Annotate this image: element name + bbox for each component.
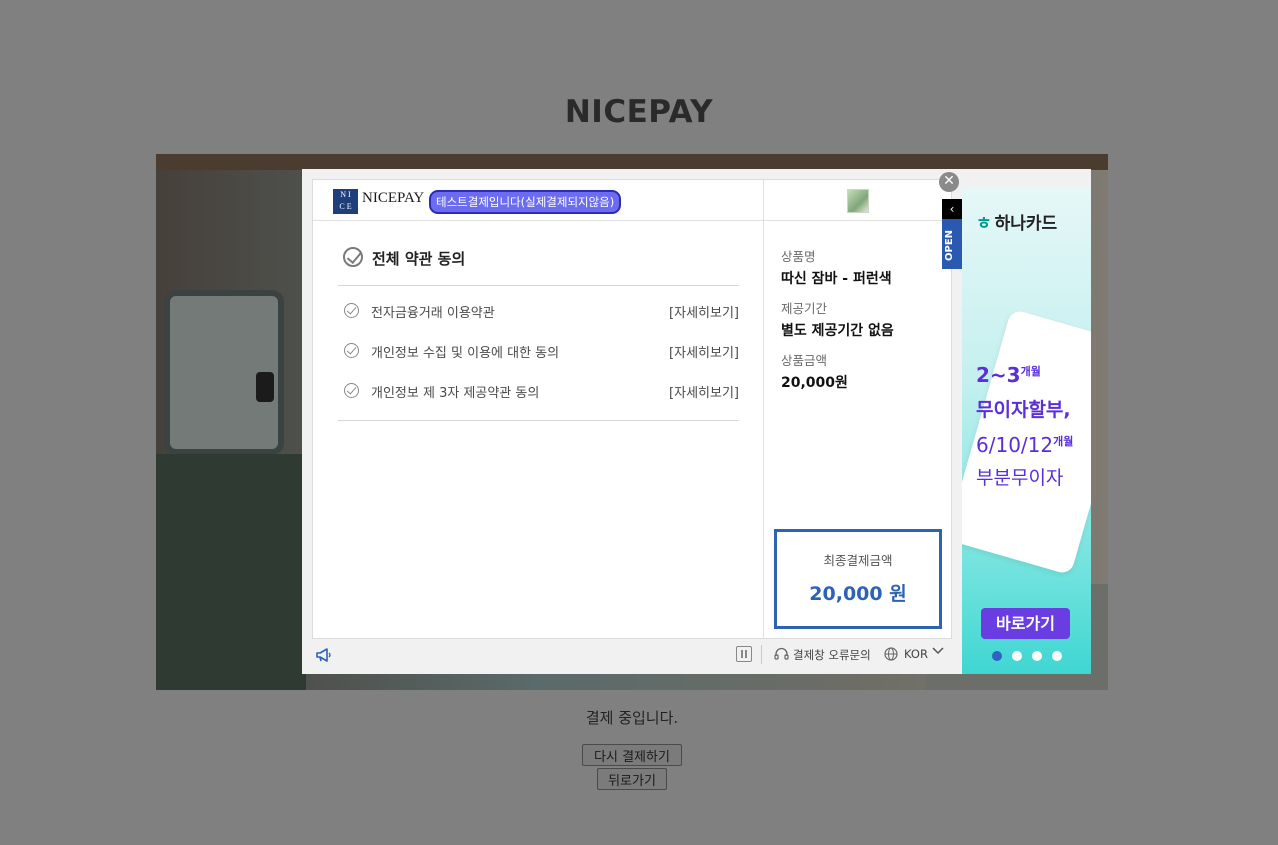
all-agree-checkbox[interactable]: 전체 약관 동의 — [341, 244, 741, 274]
ad-cta-button[interactable]: 바로가기 — [981, 608, 1070, 639]
logo-letter: N — [340, 190, 347, 199]
price-block: 상품금액 20,000원 — [781, 350, 848, 392]
logo-letter: C — [339, 202, 345, 211]
term-row-electronic-finance[interactable]: 전자금융거래 이용약관 [자세히보기] — [343, 300, 739, 322]
price-label: 상품금액 — [781, 353, 828, 368]
ad-headline-3: 6/10/12개월 — [976, 433, 1073, 457]
globe-icon — [884, 647, 898, 661]
megaphone-icon[interactable] — [316, 648, 334, 662]
ad-text: 2~3 — [976, 363, 1021, 387]
chevron-down-icon[interactable] — [932, 646, 944, 656]
period-block: 제공기간 별도 제공기간 없음 — [781, 298, 894, 340]
ad-headline-1: 2~3개월 — [976, 363, 1041, 387]
close-icon[interactable]: ✕ — [939, 172, 959, 192]
chevron-left-icon[interactable]: ‹ — [942, 199, 962, 219]
ad-brand: 하나카드 — [994, 214, 1058, 234]
ad-headline-2: 무이자할부, — [976, 399, 1071, 421]
product-thumbnail — [847, 189, 869, 213]
term-detail-link[interactable]: [자세히보기] — [669, 302, 739, 321]
payment-status-text: 결제 중입니다. — [585, 709, 679, 727]
logo-letter: I — [348, 190, 351, 199]
term-detail-link[interactable]: [자세히보기] — [669, 342, 739, 361]
term-label: 개인정보 수집 및 이용에 대한 동의 — [371, 346, 560, 361]
logo-letter: E — [346, 202, 352, 211]
ad-carousel-dots — [992, 651, 1072, 663]
payment-modal: N I C E NICEPAY 테스트결제입니다(실제결제되지않음) 전체 약관… — [302, 169, 1091, 674]
video-scene-bar — [156, 154, 1108, 170]
ad-text: 개월 — [1020, 365, 1041, 378]
check-circle-icon — [344, 383, 359, 398]
product-name-value: 따신 잠바 - 퍼런색 — [781, 271, 892, 287]
pause-icon[interactable] — [736, 646, 752, 662]
term-row-third-party[interactable]: 개인정보 제 3자 제공약관 동의 [자세히보기] — [343, 380, 739, 402]
ad-headline-4: 부분무이자 — [976, 467, 1064, 489]
modal-footer: 결제창 오류문의 KOR — [312, 639, 952, 672]
total-amount-box: 최종결제금액 20,000 원 — [774, 529, 942, 629]
period-label: 제공기간 — [781, 301, 828, 316]
payment-panel: N I C E NICEPAY 테스트결제입니다(실제결제되지않음) 전체 약관… — [312, 179, 953, 639]
ad-text: 개월 — [1053, 435, 1074, 448]
carousel-dot[interactable] — [992, 651, 1002, 661]
period-value: 별도 제공기간 없음 — [781, 323, 894, 339]
footer-divider — [761, 645, 762, 664]
test-payment-badge: 테스트결제입니다(실제결제되지않음) — [429, 190, 622, 214]
product-name-label: 상품명 — [781, 249, 816, 264]
logo-text: NICEPAY — [362, 190, 425, 206]
price-value: 20,000원 — [781, 375, 848, 391]
hana-card-logo: ㅎ 하나카드 — [976, 209, 1057, 234]
term-detail-link[interactable]: [자세히보기] — [669, 382, 739, 401]
video-scene-seat — [156, 454, 306, 690]
term-label: 개인정보 제 3자 제공약관 동의 — [371, 386, 540, 401]
column-divider — [763, 180, 764, 638]
headset-icon — [774, 647, 789, 660]
video-scene-handle — [256, 372, 274, 402]
divider — [338, 285, 739, 286]
check-circle-icon — [344, 343, 359, 358]
site-title: NICEPAY — [564, 94, 714, 130]
total-amount-value: 20,000 원 — [809, 583, 907, 605]
all-agree-label: 전체 약관 동의 — [372, 250, 466, 268]
total-amount-label: 최종결제금액 — [823, 553, 893, 568]
product-name-block: 상품명 따신 잠바 - 퍼런색 — [781, 246, 892, 288]
check-circle-icon — [343, 247, 363, 267]
nice-logo-icon: N I C E — [333, 189, 358, 214]
retry-payment-button[interactable]: 다시 결제하기 — [582, 744, 682, 766]
open-ad-tab[interactable]: ‹ OPEN — [942, 199, 962, 269]
divider — [338, 420, 739, 421]
panel-header: N I C E NICEPAY 테스트결제입니다(실제결제되지않음) — [313, 180, 953, 221]
advertisement-banner[interactable]: ㅎ 하나카드 2~3개월 무이자할부, 6/10/12개월 부분무이자 바로가기 — [962, 187, 1091, 674]
language-selector[interactable]: KOR — [904, 647, 928, 661]
ad-text: 6/10/12 — [976, 433, 1054, 457]
check-circle-icon — [344, 303, 359, 318]
back-button[interactable]: 뒤로가기 — [597, 768, 667, 790]
term-row-privacy-collection[interactable]: 개인정보 수집 및 이용에 대한 동의 [자세히보기] — [343, 340, 739, 362]
carousel-dot[interactable] — [1032, 651, 1042, 661]
error-inquiry-link[interactable]: 결제창 오류문의 — [793, 647, 871, 663]
hana-logo-icon: ㅎ — [976, 214, 992, 234]
carousel-dot[interactable] — [1052, 651, 1062, 661]
open-tab-label: OPEN — [944, 229, 955, 261]
term-label: 전자금융거래 이용약관 — [371, 306, 495, 321]
carousel-dot[interactable] — [1012, 651, 1022, 661]
